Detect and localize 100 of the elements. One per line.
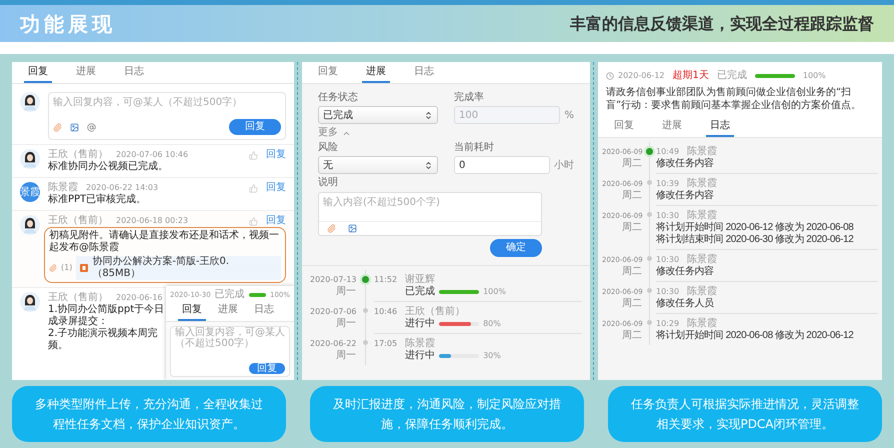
tab[interactable]: 回复 xyxy=(24,62,52,83)
thumbs-up-icon[interactable] xyxy=(249,184,258,192)
entry-percent: 30% xyxy=(483,350,501,362)
file-icon xyxy=(80,264,88,272)
task-status: 已完成 xyxy=(716,70,747,82)
tab[interactable]: 进展 xyxy=(362,62,390,83)
reply-link[interactable]: 回复 xyxy=(266,149,286,161)
entry-date: 2020-06-22 xyxy=(310,338,356,350)
more-toggle[interactable]: 更多 xyxy=(318,127,574,139)
tab[interactable]: 日志 xyxy=(706,116,734,137)
entry-author: 王欣（售前） xyxy=(405,306,466,318)
image-icon[interactable] xyxy=(348,224,357,233)
entry-author: 陈景霞 xyxy=(687,146,718,158)
thumbs-up-icon[interactable] xyxy=(249,150,258,160)
clock-icon xyxy=(606,72,614,80)
tab[interactable]: 日志 xyxy=(410,62,438,83)
reply-button[interactable]: 回复 xyxy=(249,363,285,374)
tab[interactable]: 进展 xyxy=(214,300,242,321)
comment-text: 频。 xyxy=(48,340,68,352)
field-label: 完成率 xyxy=(454,92,485,104)
status-select[interactable]: 已完成 xyxy=(318,106,438,124)
entry-percent: 100% xyxy=(483,286,506,298)
unit-label: % xyxy=(564,108,574,122)
entry-weekday: 周二 xyxy=(621,222,642,234)
avatar xyxy=(20,149,40,169)
attachment-chip[interactable]: 协同办公解决方案-简版-王欣0.（85MB） xyxy=(76,256,281,280)
comment-author: 王欣（售前） xyxy=(48,215,108,227)
image-icon[interactable] xyxy=(70,122,79,132)
avatar xyxy=(20,92,40,112)
entry-time: 10:30 xyxy=(656,286,680,298)
risk-select[interactable]: 无 xyxy=(318,156,438,174)
entry-text: 修改任务内容 xyxy=(656,158,714,170)
paperclip-icon[interactable] xyxy=(327,224,336,233)
tab[interactable]: 日志 xyxy=(250,300,278,321)
comment-text: 标准协同办公视频已完成。 xyxy=(48,161,169,173)
field-label: 任务状态 xyxy=(318,92,359,104)
avatar: 景霞 xyxy=(20,182,40,202)
task-percent: 100% xyxy=(802,70,826,82)
tab[interactable]: 回复 xyxy=(610,116,638,137)
avatar xyxy=(20,292,40,312)
reply-link[interactable]: 回复 xyxy=(266,215,286,227)
time-field[interactable]: 0 xyxy=(454,156,550,174)
comment-author: 王欣（售前） xyxy=(48,149,108,160)
entry-status: 进行中 xyxy=(405,350,436,362)
entry-weekday: 周二 xyxy=(621,266,642,278)
comment-text: 成录屏提交： xyxy=(48,316,108,328)
avatar xyxy=(20,215,40,235)
at-icon[interactable] xyxy=(87,122,96,132)
comment-author: 王欣（售前） xyxy=(48,292,108,304)
entry-text: 修改任务人员 xyxy=(656,298,714,310)
entry-time: 10:49 xyxy=(656,146,680,158)
reply-link[interactable]: 回复 xyxy=(266,182,286,194)
entry-author: 陈景霞 xyxy=(687,210,718,222)
entry-date: 2020-07-06 xyxy=(310,306,356,318)
paperclip-icon xyxy=(49,264,57,272)
reply-field[interactable]: 输入回复内容，可@某人（不超过500字） xyxy=(49,93,285,119)
field-label: 说明 xyxy=(318,177,339,189)
entry-time: 10:30 xyxy=(656,254,680,266)
entry-status: 已完成 xyxy=(405,286,436,298)
note-box[interactable]: 输入内容(不超过500个字) xyxy=(318,192,542,236)
entry-weekday: 周一 xyxy=(335,286,356,298)
tab[interactable]: 进展 xyxy=(658,116,686,137)
paperclip-icon[interactable] xyxy=(53,122,62,132)
entry-weekday: 周二 xyxy=(621,298,642,310)
comment-author: 陈景霞 xyxy=(48,182,78,194)
entry-status: 进行中 xyxy=(405,318,436,330)
confirm-button[interactable]: 确定 xyxy=(490,239,542,257)
task-date: 2020-06-12 xyxy=(618,70,664,82)
dropdown-icon xyxy=(424,160,433,170)
caption-pill: 任务负责人可根据实际推进情况，灵活调整相关要求，实现PDCA闭环管理。 xyxy=(608,386,882,442)
entry-text: 将计划结束时间 2020-06-30 修改为 2020-06-12 xyxy=(656,234,854,246)
entry-weekday: 周一 xyxy=(335,350,356,362)
note-field[interactable]: 输入内容(不超过500个字) xyxy=(319,193,541,221)
entry-author: 陈景霞 xyxy=(687,286,718,298)
comment-text: 2.子功能演示视频本周完 xyxy=(48,328,158,340)
entry-weekday: 周二 xyxy=(621,158,642,170)
tab[interactable]: 日志 xyxy=(120,62,148,83)
reply-button[interactable]: 回复 xyxy=(229,119,281,135)
entry-text: 修改任务内容 xyxy=(656,266,714,278)
caption-pill: 及时汇报进度，沟通风险，制定风险应对措施，保障任务顺利完成。 xyxy=(310,386,584,442)
comment-time: 2020-06-22 14:03 xyxy=(86,182,158,194)
entry-weekday: 周二 xyxy=(621,330,642,342)
thumbs-up-icon[interactable] xyxy=(249,216,258,226)
entry-author: 陈景霞 xyxy=(687,254,718,266)
tab[interactable]: 回复 xyxy=(314,62,342,83)
caption-pill: 多种类型附件上传，充分沟通，全程收集过程性任务文档，保护企业知识资产。 xyxy=(12,386,286,442)
overlay-status: 已完成 xyxy=(214,290,245,300)
field-label: 当前耗时 xyxy=(454,142,495,154)
entry-time: 10:29 xyxy=(656,318,680,330)
comment-text: 1.协同办公简版ppt于今日 xyxy=(48,304,164,316)
entry-time: 10:39 xyxy=(656,178,680,190)
entry-percent: 80% xyxy=(483,318,501,330)
overdue-label: 超期1天 xyxy=(672,70,709,82)
reply-box[interactable]: 输入回复内容，可@某人（不超过500字） 回复 xyxy=(48,92,286,140)
comment-time: 2020-06-16 xyxy=(116,292,162,304)
slide-subtitle: 丰富的信息反馈渠道，实现全过程跟踪监督 xyxy=(570,12,874,34)
comment-text: 初稿见附件。请确认是直接发布还是和话术，视频一起发布@陈景霞 xyxy=(49,230,280,254)
entry-time: 11:52 xyxy=(374,274,398,286)
entry-author: 谢亚辉 xyxy=(405,274,436,286)
tab[interactable]: 进展 xyxy=(72,62,100,83)
